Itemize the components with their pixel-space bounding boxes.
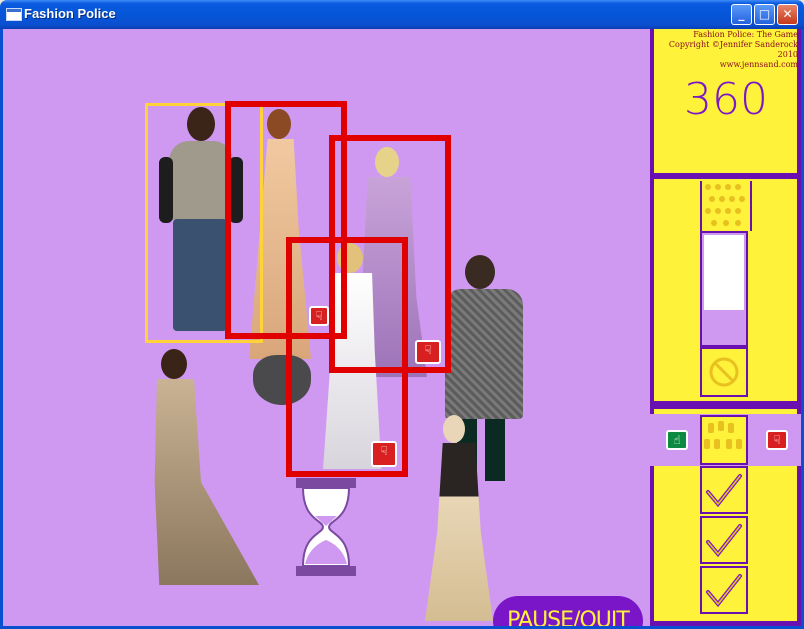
minimize-button[interactable]: _: [731, 4, 752, 25]
checkmark-slot: [700, 566, 748, 614]
credits: Fashion Police: The Game Copyright ©Jenn…: [656, 30, 798, 70]
suspect-cream-gown[interactable]: [419, 415, 499, 625]
hourglass-icon: [296, 478, 356, 576]
suspect-head: [465, 255, 495, 289]
queue-meter: [700, 231, 748, 347]
credits-line-url: www.jennsand.com: [719, 60, 798, 69]
credits-line-title: Fashion Police: The Game: [693, 30, 798, 39]
crowd-icon: [700, 181, 752, 231]
credits-line-copyright: Copyright ©Jennifer Sanderock 2010: [668, 40, 798, 59]
close-button[interactable]: ✕: [777, 4, 798, 25]
thumbs-down-icon: ☟: [309, 306, 329, 326]
game-stage[interactable]: ☟ ☟ ☟ PAUSE/QUIT: [3, 29, 650, 626]
thumbs-up-icon[interactable]: ☝: [666, 430, 688, 450]
score-value: 360: [684, 74, 768, 125]
checkmark-slot: [700, 466, 748, 514]
queue-meter-fill: [704, 235, 744, 310]
no-symbol-icon[interactable]: [700, 347, 748, 397]
window-app-icon: [6, 8, 22, 21]
suspect-head: [443, 415, 465, 443]
checkmark-slot: [700, 516, 748, 564]
checkmark-icon: [706, 524, 742, 558]
pause-quit-button[interactable]: PAUSE/QUIT: [493, 596, 643, 626]
suspect-gown: [154, 379, 259, 585]
suspect-beige-gown[interactable]: [139, 349, 263, 589]
thumbs-down-icon[interactable]: ☟: [766, 430, 788, 450]
suspect-gown: [425, 443, 493, 621]
suspect-head: [161, 349, 187, 379]
maximize-button[interactable]: □: [754, 4, 775, 25]
thumbs-down-icon: ☟: [371, 441, 397, 467]
checkmark-icon: [706, 474, 742, 508]
thumbs-down-icon: ☟: [415, 340, 441, 364]
window-title: Fashion Police: [24, 6, 116, 21]
suspect-dress: [445, 289, 523, 419]
window-titlebar[interactable]: Fashion Police _ □ ✕: [0, 0, 804, 29]
suspect-group-icon: [700, 415, 748, 465]
checkmark-icon: [706, 574, 742, 608]
